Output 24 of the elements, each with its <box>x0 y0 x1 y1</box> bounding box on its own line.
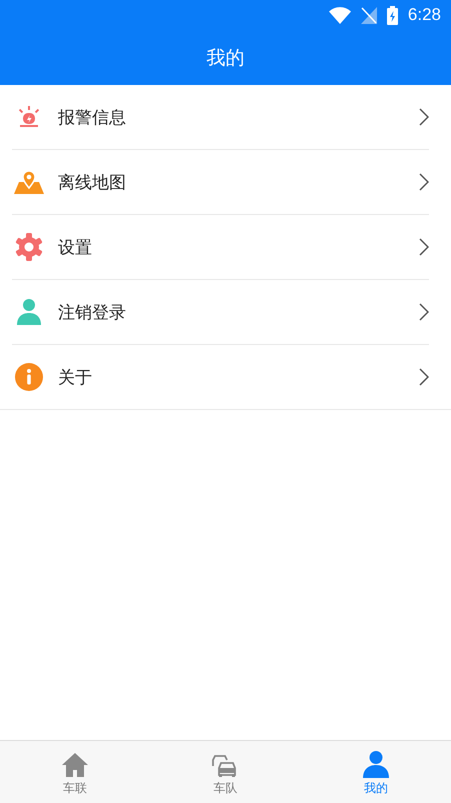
menu-item[interactable]: 报警信息 <box>12 85 429 150</box>
menu-item[interactable]: 注销登录 <box>12 280 429 345</box>
user-icon <box>16 298 42 326</box>
chevron-right-icon <box>419 173 429 191</box>
tab[interactable]: 车队 <box>150 741 301 803</box>
menu-item[interactable]: 设置 <box>12 215 429 280</box>
status-time: 6:28 <box>408 5 441 25</box>
user-icon <box>362 750 390 778</box>
chevron-right-icon <box>419 238 429 256</box>
menu-item[interactable]: 离线地图 <box>12 150 429 215</box>
no-signal-icon <box>360 6 377 24</box>
tab[interactable]: 车联 <box>0 741 150 803</box>
home-icon <box>61 752 90 778</box>
alarm-light-icon <box>16 104 42 130</box>
chevron-right-icon <box>419 303 429 321</box>
wifi-icon <box>328 6 351 24</box>
chevron-right-icon <box>419 108 429 126</box>
battery-icon <box>386 6 398 24</box>
info-icon <box>15 363 43 391</box>
menu-item[interactable]: 关于 <box>0 345 451 410</box>
gear-icon <box>14 232 44 262</box>
chevron-right-icon <box>419 368 429 386</box>
tab[interactable]: 我的 <box>300 741 451 803</box>
page-title: 我的 <box>206 46 244 70</box>
